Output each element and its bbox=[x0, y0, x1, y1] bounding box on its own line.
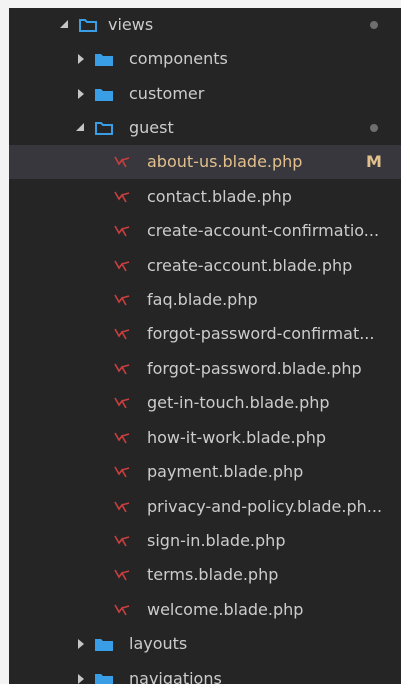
laravel-blade-icon bbox=[114, 328, 130, 340]
tree-label-guest: guest bbox=[129, 118, 174, 137]
tree-folder-components[interactable]: components bbox=[9, 42, 401, 76]
git-modified-badge: M bbox=[366, 152, 382, 171]
modified-dot-indicator bbox=[370, 124, 378, 132]
laravel-blade-icon bbox=[114, 501, 130, 513]
tree-label-file: payment.blade.php bbox=[147, 462, 304, 481]
chevron-down-icon[interactable] bbox=[60, 20, 70, 30]
tree-file-about-us[interactable]: about-us.blade.php M bbox=[9, 145, 401, 179]
laravel-blade-icon bbox=[114, 363, 130, 375]
tree-label-components: components bbox=[129, 49, 228, 68]
tree-file-how-it-work[interactable]: how-it-work.blade.php bbox=[9, 421, 401, 455]
tree-folder-navigations[interactable]: navigations bbox=[9, 662, 401, 684]
tree-folder-views[interactable]: views bbox=[9, 8, 401, 42]
tree-label-views: views bbox=[108, 15, 154, 34]
tree-file-forgot-password[interactable]: forgot-password.blade.php bbox=[9, 352, 401, 386]
tree-label-file: create-account-confirmatio... bbox=[147, 221, 380, 240]
tree-label-file: welcome.blade.php bbox=[147, 600, 304, 619]
chevron-right-icon[interactable] bbox=[76, 639, 86, 649]
tree-file-terms[interactable]: terms.blade.php bbox=[9, 558, 401, 592]
laravel-blade-icon bbox=[114, 466, 130, 478]
tree-label-file: how-it-work.blade.php bbox=[147, 428, 327, 447]
laravel-blade-icon bbox=[114, 225, 130, 237]
folder-open-icon bbox=[79, 19, 97, 32]
file-explorer-tree: views components customer guest about-us… bbox=[9, 8, 401, 684]
chevron-right-icon[interactable] bbox=[76, 674, 86, 684]
folder-icon bbox=[95, 639, 113, 651]
laravel-blade-icon bbox=[114, 191, 130, 203]
folder-icon bbox=[95, 89, 113, 101]
laravel-blade-icon bbox=[114, 604, 130, 616]
folder-icon bbox=[95, 54, 113, 66]
tree-label-customer: customer bbox=[129, 84, 205, 103]
tree-file-sign-in[interactable]: sign-in.blade.php bbox=[9, 524, 401, 558]
screenshot-frame: views components customer guest about-us… bbox=[0, 0, 401, 684]
tree-folder-layouts[interactable]: layouts bbox=[9, 627, 401, 661]
tree-file-forgot-password-confirmation[interactable]: forgot-password-confirmat... bbox=[9, 317, 401, 351]
tree-file-payment[interactable]: payment.blade.php bbox=[9, 455, 401, 489]
tree-label-layouts: layouts bbox=[129, 634, 188, 653]
tree-file-create-account-confirmation[interactable]: create-account-confirmatio... bbox=[9, 214, 401, 248]
laravel-blade-icon bbox=[114, 397, 130, 409]
laravel-blade-icon bbox=[114, 432, 130, 444]
chevron-right-icon[interactable] bbox=[76, 54, 86, 64]
tree-file-welcome[interactable]: welcome.blade.php bbox=[9, 593, 401, 627]
tree-file-faq[interactable]: faq.blade.php bbox=[9, 283, 401, 317]
tree-label-file: about-us.blade.php bbox=[147, 152, 303, 171]
laravel-blade-icon bbox=[114, 156, 130, 168]
tree-label-navigations: navigations bbox=[129, 669, 222, 684]
laravel-blade-icon bbox=[114, 535, 130, 547]
tree-label-file: sign-in.blade.php bbox=[147, 531, 286, 550]
tree-file-privacy-and-policy[interactable]: privacy-and-policy.blade.ph... bbox=[9, 490, 401, 524]
tree-label-file: create-account.blade.php bbox=[147, 256, 353, 275]
laravel-blade-icon bbox=[114, 260, 130, 272]
tree-folder-customer[interactable]: customer bbox=[9, 77, 401, 111]
tree-label-file: forgot-password.blade.php bbox=[147, 359, 362, 378]
modified-dot-indicator bbox=[370, 21, 378, 29]
folder-open-icon bbox=[95, 122, 113, 135]
tree-label-file: contact.blade.php bbox=[147, 187, 292, 206]
tree-label-file: privacy-and-policy.blade.ph... bbox=[147, 497, 383, 516]
chevron-right-icon[interactable] bbox=[76, 89, 86, 99]
chevron-down-icon[interactable] bbox=[76, 123, 86, 133]
tree-file-contact[interactable]: contact.blade.php bbox=[9, 180, 401, 214]
tree-label-file: get-in-touch.blade.php bbox=[147, 393, 330, 412]
folder-icon bbox=[95, 674, 113, 684]
laravel-blade-icon bbox=[114, 294, 130, 306]
tree-label-file: faq.blade.php bbox=[147, 290, 258, 309]
tree-label-file: terms.blade.php bbox=[147, 565, 279, 584]
tree-file-get-in-touch[interactable]: get-in-touch.blade.php bbox=[9, 386, 401, 420]
laravel-blade-icon bbox=[114, 569, 130, 581]
tree-folder-guest[interactable]: guest bbox=[9, 111, 401, 145]
tree-file-create-account[interactable]: create-account.blade.php bbox=[9, 249, 401, 283]
tree-label-file: forgot-password-confirmat... bbox=[147, 324, 375, 343]
